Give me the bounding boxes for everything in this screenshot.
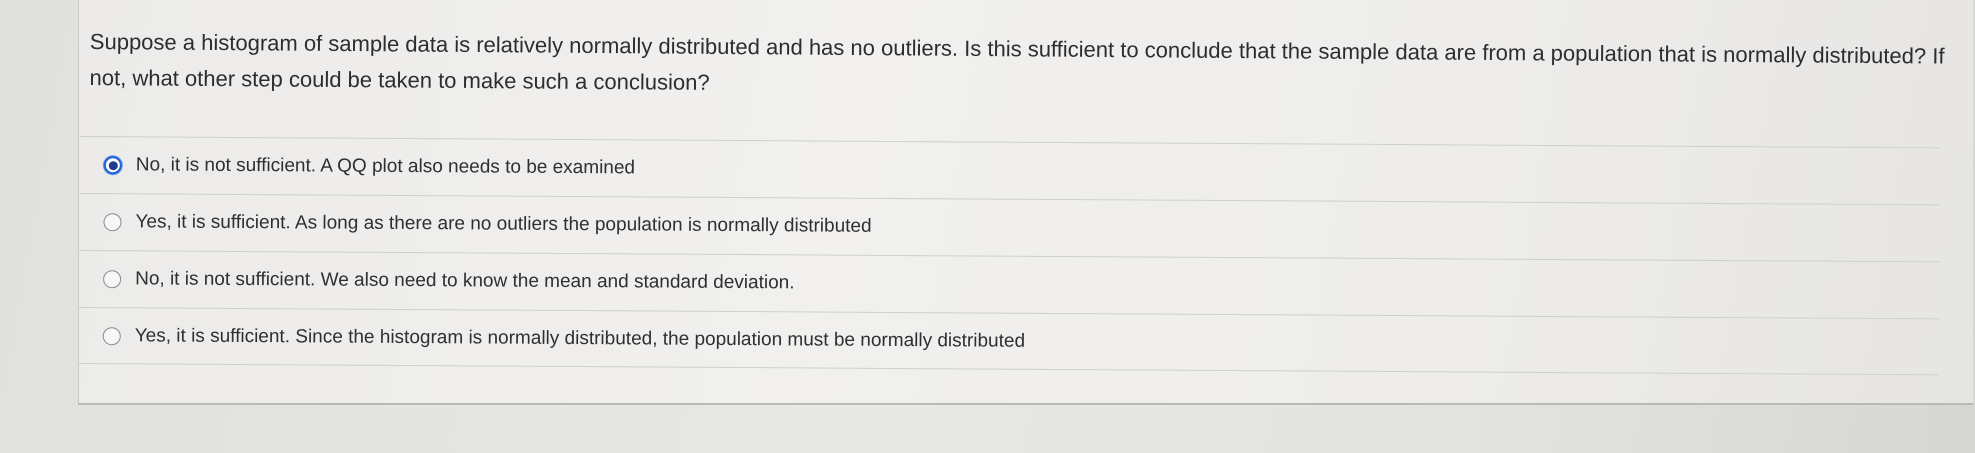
answer-option-label: No, it is not sufficient. A QQ plot also…	[135, 154, 636, 179]
answer-option-label: Yes, it is sufficient. As long as there …	[135, 211, 872, 237]
screen: Suppose a histogram of sample data is re…	[0, 0, 1975, 453]
answer-option-label: Yes, it is sufficient. Since the histogr…	[134, 324, 1026, 352]
answer-option-label: No, it is not sufficient. We also need t…	[135, 268, 795, 294]
answer-options: No, it is not sufficient. A QQ plot also…	[78, 136, 1940, 376]
answer-option-4[interactable]: Yes, it is sufficient. Since the histogr…	[78, 306, 1939, 376]
question-text: Suppose a histogram of sample data is re…	[89, 28, 1945, 95]
radio-button[interactable]	[102, 326, 121, 345]
radio-button-selected[interactable]	[103, 156, 122, 175]
radio-button[interactable]	[103, 270, 122, 289]
radio-button[interactable]	[103, 213, 122, 232]
radio-dot	[108, 160, 118, 170]
